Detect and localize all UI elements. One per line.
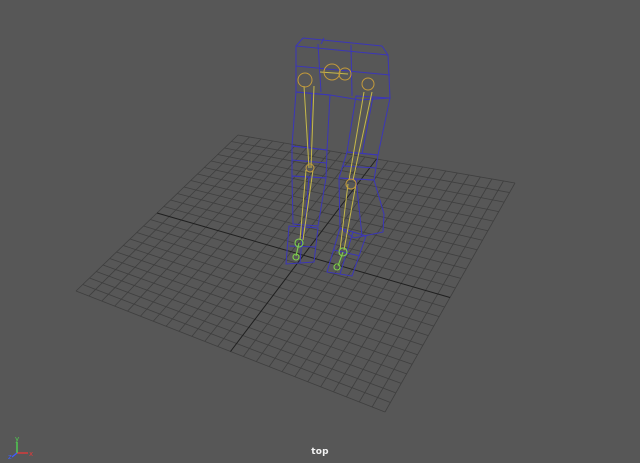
left-knee-joint[interactable] [305,163,315,173]
left-tibia-bone[interactable] [302,169,314,241]
right-foot-ik-line [337,251,344,267]
leg-edge [361,96,374,155]
hip-edge [320,37,325,45]
scene-canvas[interactable] [0,0,640,463]
foot-edge [288,245,317,248]
maya-viewport[interactable]: x y z top [0,0,640,463]
camera-name-label: top [311,447,329,457]
hip-cage[interactable] [295,45,391,101]
hip-edge [295,37,304,47]
hip-edge [381,45,389,56]
right-hip-joint[interactable] [361,77,375,91]
right-thigh-cage[interactable] [346,95,391,156]
hip-edge [350,44,353,97]
joints[interactable] [297,63,375,190]
leg-edge [355,178,363,237]
y-axis-label: y [15,436,19,443]
left-hip-joint[interactable] [297,72,313,88]
hip-edge [302,37,383,47]
